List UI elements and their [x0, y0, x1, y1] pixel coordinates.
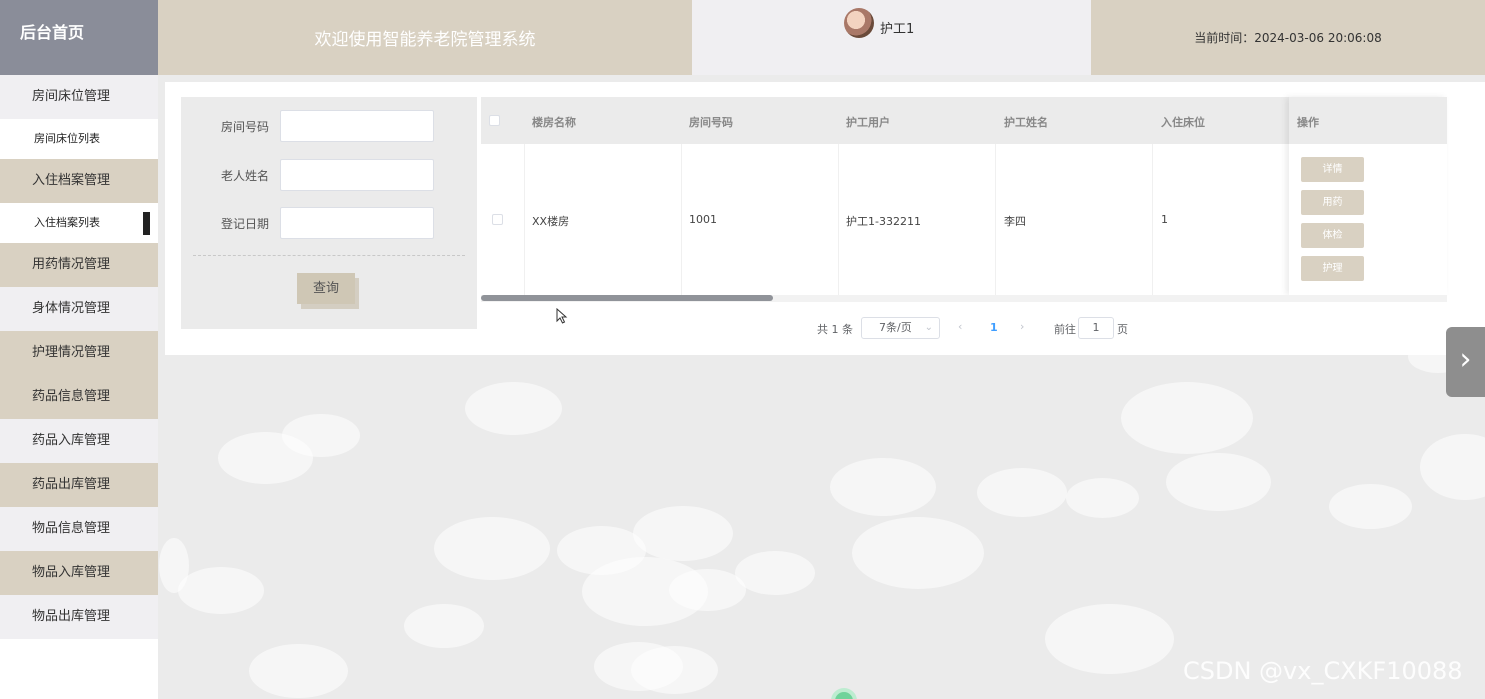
pager-total: 共 1 条 [817, 323, 853, 336]
sidebar-subitem-label: 房间床位列表 [34, 132, 100, 145]
cell-nurse-name: 李四 [1004, 215, 1026, 228]
actions-column: 操作 详情 用药 体检 护理 [1289, 97, 1447, 295]
medication-button[interactable]: 用药 [1301, 190, 1364, 215]
active-indicator [143, 212, 150, 235]
expand-arrow-right-icon[interactable]: › [1446, 327, 1485, 397]
cell-building: XX楼房 [532, 215, 570, 228]
checkup-button[interactable]: 体检 [1301, 223, 1364, 248]
search-form: 房间号码 老人姓名 登记日期 查询 [181, 97, 477, 329]
floating-dot-icon[interactable] [831, 688, 857, 699]
sidebar-item-checkin-file-management[interactable]: 入住档案管理 [0, 159, 158, 203]
sidebar-item-physical-management[interactable]: 身体情况管理 [0, 287, 158, 331]
page-size-select[interactable]: 7条/页 ⌄ [861, 317, 940, 339]
detail-button[interactable]: 详情 [1301, 157, 1364, 182]
chevron-down-icon: ⌄ [924, 322, 933, 333]
select-all-checkbox[interactable] [489, 115, 500, 126]
col-room[interactable]: 房间号码 [689, 114, 733, 130]
elder-name-row: 老人姓名 [181, 159, 477, 191]
col-building[interactable]: 楼房名称 [532, 114, 576, 130]
reg-date-row: 登记日期 [181, 207, 477, 239]
sidebar-item-nursing-management[interactable]: 护理情况管理 [0, 331, 158, 375]
page-number-current[interactable]: 1 [990, 321, 998, 334]
current-time: 当前时间：2024-03-06 20:06:08 [1091, 0, 1485, 75]
page-title: 欢迎使用智能养老院管理系统 [158, 0, 692, 75]
user-info[interactable]: 护工1 [692, 0, 1091, 75]
watermark: CSDN @vx_CXKF10088 [1183, 657, 1463, 685]
room-no-row: 房间号码 [181, 110, 477, 142]
username[interactable]: 护工1 [880, 18, 914, 37]
col-nurse-name[interactable]: 护工姓名 [1004, 114, 1048, 130]
home-logo-link[interactable]: 后台首页 [0, 0, 158, 75]
horizontal-scrollbar[interactable] [481, 295, 1447, 302]
chevron-left-icon[interactable]: ‹ [958, 320, 962, 333]
col-actions: 操作 [1297, 116, 1319, 129]
elder-name-label: 老人姓名 [221, 169, 270, 183]
elder-name-input[interactable] [280, 159, 434, 191]
cell-nurse-user: 护工1-332211 [846, 215, 921, 228]
reg-date-input[interactable] [280, 207, 434, 239]
sidebar-subitem-label: 入住档案列表 [34, 216, 100, 229]
nursing-button[interactable]: 护理 [1301, 256, 1364, 281]
sidebar-subitem-room-bed-list[interactable]: 房间床位列表 [0, 119, 158, 159]
cell-bed: 1 [1161, 213, 1168, 226]
avatar[interactable] [844, 8, 874, 38]
goto-unit: 页 [1117, 323, 1128, 336]
form-divider [193, 255, 465, 256]
top-header: 后台首页 欢迎使用智能养老院管理系统 护工1 当前时间：2024-03-06 2… [0, 0, 1485, 75]
chevron-right-icon[interactable]: › [1020, 320, 1024, 333]
sidebar-item-goods-outbound-management[interactable]: 物品出库管理 [0, 595, 158, 639]
sidebar-item-room-bed-management[interactable]: 房间床位管理 [0, 75, 158, 119]
sidebar-subitem-checkin-file-list[interactable]: 入住档案列表 [0, 203, 158, 243]
data-table: 楼房名称 房间号码 护工用户 护工姓名 入住床位 XX楼房 1001 护工1-3… [481, 97, 1447, 295]
col-bed[interactable]: 入住床位 [1161, 114, 1205, 130]
sidebar-item-goods-inbound-management[interactable]: 物品入库管理 [0, 551, 158, 595]
room-no-input[interactable] [280, 110, 434, 142]
room-no-label: 房间号码 [221, 120, 270, 134]
sidebar-item-drug-inbound-management[interactable]: 药品入库管理 [0, 419, 158, 463]
row-checkbox[interactable] [492, 214, 503, 225]
actions-header: 操作 [1289, 97, 1447, 144]
sidebar-item-drug-info-management[interactable]: 药品信息管理 [0, 375, 158, 419]
sidebar-item-drug-outbound-management[interactable]: 药品出库管理 [0, 463, 158, 507]
reg-date-label: 登记日期 [221, 217, 270, 231]
sidebar-item-medication-management[interactable]: 用药情况管理 [0, 243, 158, 287]
page-size-value: 7条/页 [879, 321, 912, 334]
cell-room: 1001 [689, 213, 717, 226]
scrollbar-thumb[interactable] [481, 295, 773, 301]
mouse-cursor-icon [556, 308, 568, 324]
query-button[interactable]: 查询 [297, 273, 355, 304]
main-panel: 房间号码 老人姓名 登记日期 查询 楼房名称 房间号码 护工用户 护工姓名 入住… [165, 82, 1485, 355]
col-nurse-user[interactable]: 护工用户 [846, 114, 890, 130]
goto-label: 前往 [1054, 323, 1076, 336]
goto-page-input[interactable]: 1 [1078, 317, 1114, 339]
sidebar-item-goods-info-management[interactable]: 物品信息管理 [0, 507, 158, 551]
sidebar: 房间床位管理 房间床位列表 入住档案管理 入住档案列表 用药情况管理 身体情况管… [0, 75, 158, 699]
